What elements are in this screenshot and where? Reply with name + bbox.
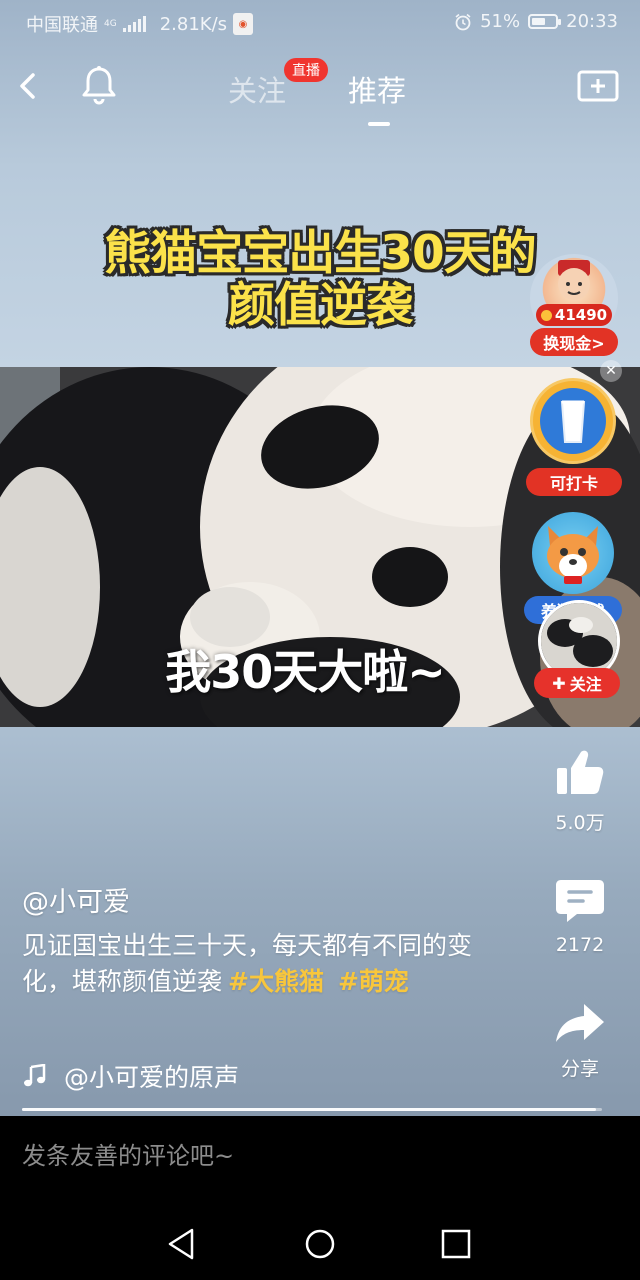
chevron-left-icon[interactable]	[12, 66, 44, 106]
author-name[interactable]: @小可爱	[22, 880, 130, 919]
comment-bar	[0, 1116, 640, 1204]
carrier-label: 中国联通	[26, 15, 98, 36]
active-tab-indicator	[368, 122, 390, 126]
system-nav-bar	[0, 1204, 640, 1280]
video-title-line2: 颜值逆袭	[228, 278, 413, 333]
like-button[interactable]: 5.0万	[540, 748, 620, 835]
exchange-cash-button[interactable]: 换现金>	[530, 328, 618, 356]
corgi-icon	[532, 512, 614, 594]
video-plus-icon[interactable]	[576, 68, 620, 104]
comment-count: 2172	[555, 934, 605, 956]
milk-cup-icon	[530, 378, 616, 464]
hashtag-cute-pet[interactable]: #萌宠	[338, 967, 409, 996]
music-row[interactable]: @小可爱的原声	[22, 1058, 239, 1094]
author-widget[interactable]: ✚ 关注	[534, 600, 622, 700]
alarm-icon	[455, 13, 471, 30]
follow-button[interactable]: ✚ 关注	[534, 668, 620, 698]
thumbs-up-icon	[557, 750, 604, 794]
share-arrow-icon	[556, 1004, 604, 1042]
coin-balance: 41490	[536, 304, 612, 326]
video-feed-screen[interactable]: 中国联通 4G 2.81K/s ◉ 51% 20:33 关注 直播 推荐 熊猫宝…	[0, 0, 640, 1116]
coin-widget[interactable]: 41490 换现金>	[530, 254, 620, 356]
share-label: 分享	[560, 1058, 599, 1080]
post-description: 见证国宝出生三十天，每天都有不同的变化，堪称颜值逆袭 #大熊猫 #萌宠	[22, 928, 492, 1000]
home-circle-icon[interactable]	[300, 1224, 340, 1264]
plus-icon: ✚	[552, 673, 566, 693]
like-count: 5.0万	[555, 812, 605, 834]
hashtag-panda[interactable]: #大熊猫	[228, 967, 324, 996]
network-speed: 2.81K/s	[159, 13, 228, 35]
battery-icon	[528, 14, 562, 29]
coin-icon	[540, 309, 552, 321]
live-badge[interactable]: 直播	[284, 58, 328, 82]
comment-bubble-icon	[556, 880, 604, 922]
top-nav: 关注 直播 推荐	[0, 58, 640, 128]
recents-square-icon[interactable]	[436, 1224, 476, 1264]
signal-icon	[122, 16, 146, 32]
bell-icon[interactable]	[78, 64, 120, 108]
music-title: @小可爱的原声	[64, 1063, 240, 1092]
tab-follow[interactable]: 关注	[228, 68, 286, 110]
checkin-button[interactable]: 可打卡	[526, 468, 622, 496]
follow-label: 关注	[569, 675, 602, 694]
video-title-line1: 熊猫宝宝出生30天的	[104, 226, 536, 281]
coin-amount-value: 41490	[554, 306, 608, 324]
share-button[interactable]: 分享	[540, 1000, 620, 1081]
back-triangle-icon[interactable]	[162, 1224, 202, 1264]
tab-recommend[interactable]: 推荐	[348, 68, 406, 110]
status-bar: 中国联通 4G 2.81K/s ◉ 51% 20:33	[0, 0, 640, 44]
clock: 20:33	[566, 11, 618, 32]
video-title: 熊猫宝宝出生30天的 颜值逆袭	[40, 228, 600, 332]
music-note-icon	[24, 1064, 46, 1087]
checkin-widget[interactable]: 可打卡	[526, 378, 622, 498]
battery-percent: 51%	[480, 11, 521, 32]
video-progress-fill	[22, 1108, 597, 1111]
app-notification-icon: ◉	[233, 13, 254, 35]
video-progress-bar[interactable]	[22, 1108, 602, 1111]
comment-input[interactable]	[22, 1142, 582, 1170]
network-type: 4G	[104, 18, 117, 29]
comment-button[interactable]: 2172	[540, 876, 620, 956]
